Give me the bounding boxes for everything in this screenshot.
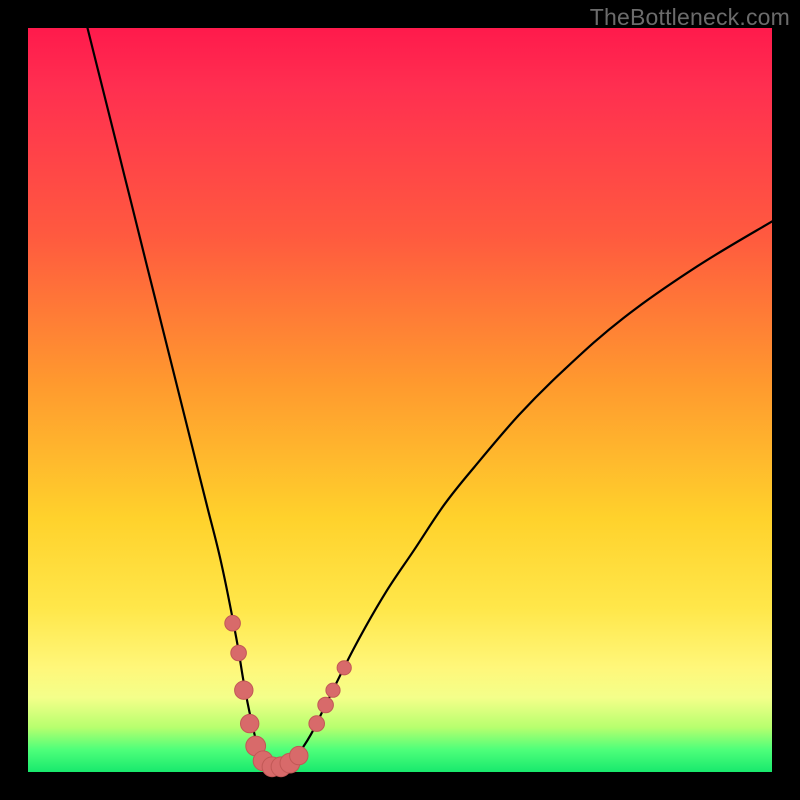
bottleneck-curve xyxy=(88,28,773,769)
trough-marker xyxy=(326,683,340,697)
trough-marker xyxy=(231,645,247,661)
curve-layer xyxy=(28,28,772,772)
trough-marker xyxy=(290,746,308,764)
trough-marker xyxy=(235,681,253,699)
trough-marker xyxy=(309,716,325,732)
trough-marker xyxy=(318,697,334,713)
trough-markers xyxy=(225,615,352,776)
trough-marker xyxy=(241,714,259,732)
trough-marker xyxy=(225,615,241,631)
watermark-text: TheBottleneck.com xyxy=(590,4,790,31)
chart-frame: TheBottleneck.com xyxy=(0,0,800,800)
plot-area xyxy=(28,28,772,772)
trough-marker xyxy=(337,661,351,675)
